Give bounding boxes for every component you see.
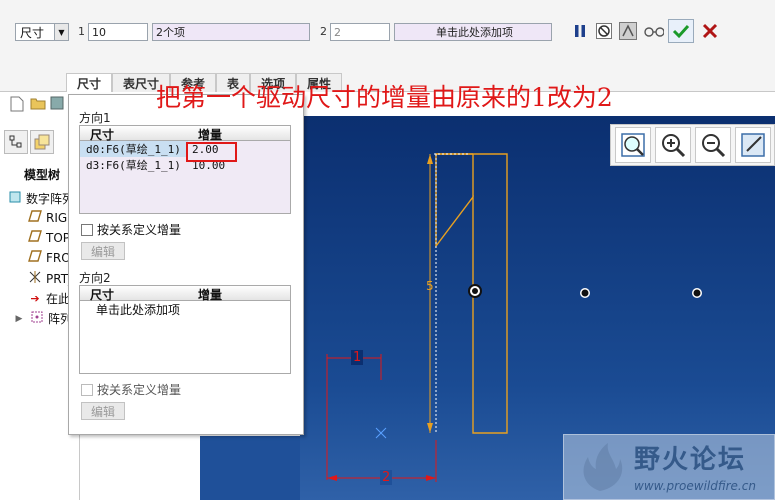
annotation-text: 把第一个驱动尺寸的增量由原来的1改为2 bbox=[156, 83, 613, 112]
dimension-cell: d3:F6(草绘_1_1) bbox=[86, 159, 181, 172]
direction1-label: 方向1 bbox=[79, 111, 111, 125]
checkbox-box[interactable] bbox=[81, 383, 93, 396]
define-by-relation-checkbox[interactable]: 按关系定义增量 bbox=[81, 221, 181, 238]
refit-button[interactable] bbox=[615, 127, 651, 163]
view-toolbar bbox=[610, 124, 775, 166]
checkbox-box[interactable] bbox=[81, 223, 93, 236]
bottom-dimension-value[interactable]: 2 bbox=[380, 470, 393, 485]
zoom-out-button[interactable] bbox=[695, 127, 731, 163]
table-row[interactable]: d3:F6(草绘_1_1) 10.00 bbox=[80, 157, 290, 173]
zoom-in-button[interactable] bbox=[655, 127, 691, 163]
table-header: 尺寸 增量 bbox=[80, 286, 290, 302]
top-dimension-value[interactable]: 1 bbox=[351, 350, 364, 365]
direction2-table: 尺寸 增量 单击此处添加项 bbox=[79, 285, 291, 374]
refit-icon bbox=[621, 133, 645, 157]
dimension-cell: d0:F6(草绘_1_1) bbox=[80, 141, 188, 157]
zoom-in-icon bbox=[662, 134, 686, 158]
repaint-icon bbox=[741, 133, 765, 157]
watermark-url: www.proewildfire.cn bbox=[634, 479, 756, 493]
highlight-box bbox=[186, 142, 237, 162]
edit-button[interactable]: 编辑 bbox=[81, 242, 125, 260]
edit-button-2[interactable]: 编辑 bbox=[81, 402, 125, 420]
height-dimension-value[interactable]: 5 bbox=[426, 279, 434, 293]
direction1-table: 尺寸 增量 d0:F6(草绘_1_1) 2.00 d3:F6(草绘_1_1) 1… bbox=[79, 125, 291, 214]
table-header: 尺寸 增量 bbox=[80, 126, 290, 142]
column-header-dimension: 尺寸 bbox=[90, 288, 115, 302]
column-header-increment: 增量 bbox=[198, 288, 223, 302]
watermark-title: 野火论坛 bbox=[634, 445, 747, 475]
zoom-out-icon bbox=[702, 134, 726, 158]
flame-logo-icon bbox=[583, 443, 623, 491]
column-header-dimension: 尺寸 bbox=[90, 128, 115, 142]
direction2-label: 方向2 bbox=[79, 271, 111, 285]
repaint-button[interactable] bbox=[735, 127, 771, 163]
column-header-increment: 增量 bbox=[198, 128, 223, 142]
define-by-relation-checkbox-2[interactable]: 按关系定义增量 bbox=[81, 381, 181, 398]
add-item-row[interactable]: 单击此处添加项 bbox=[80, 301, 290, 317]
watermark: 野火论坛 www.proewildfire.cn bbox=[563, 434, 775, 500]
table-row[interactable]: d0:F6(草绘_1_1) 2.00 bbox=[80, 141, 290, 157]
